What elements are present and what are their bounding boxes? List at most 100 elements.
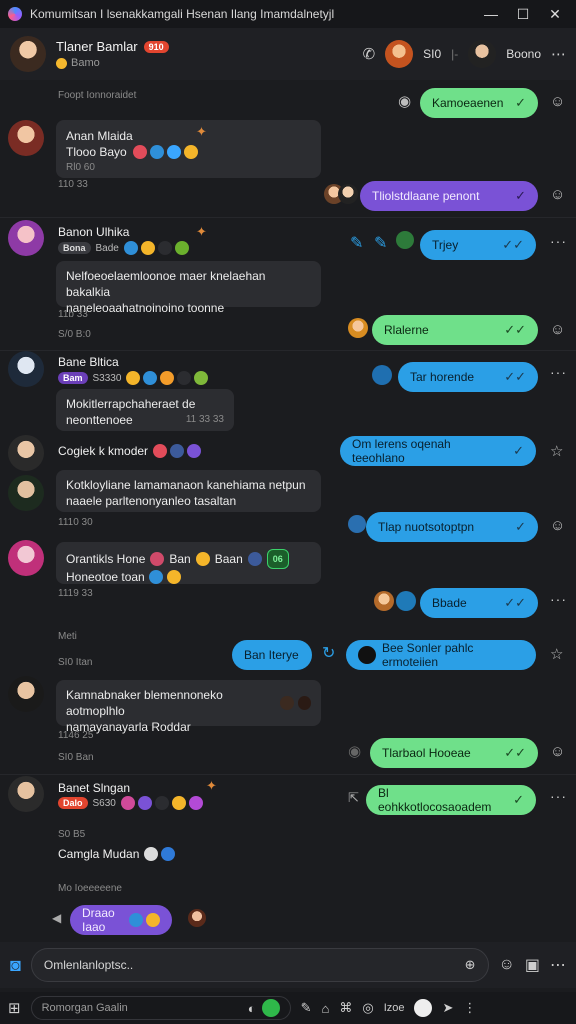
message-text: naaele parltenonyanleo tasaltan <box>66 494 237 508</box>
outgoing-message[interactable]: Bl eohkkotlocosaoadem ✓ <box>366 785 536 815</box>
outgoing-message[interactable]: Tliolstdlaane penont ✓ <box>360 181 538 211</box>
sender-avatar[interactable] <box>8 120 44 156</box>
read-avatar <box>396 591 416 611</box>
sender-header: Cogiek k kmoder <box>58 444 202 458</box>
sender-header: Camgla Mudan <box>58 847 176 861</box>
sender-avatar <box>358 646 376 664</box>
outgoing-message[interactable]: Ban Iterye <box>232 640 312 670</box>
sender-avatar[interactable] <box>8 475 44 511</box>
attach-icon[interactable]: ⊕ <box>465 957 476 973</box>
sender-name: Orantikls Hone <box>66 552 146 566</box>
sender-name: Camgla Mudan <box>58 847 140 861</box>
outgoing-message[interactable]: Kamoeaenen ✓ <box>420 88 538 118</box>
read-avatar <box>348 318 368 338</box>
pen-icon[interactable]: ✎ <box>301 1000 312 1016</box>
add-reaction-icon[interactable]: ☺ <box>550 186 565 203</box>
fire-emoji-icon: ✦ <box>196 224 207 239</box>
add-reaction-icon[interactable]: ☺ <box>550 321 565 338</box>
sender-avatar[interactable] <box>8 435 44 471</box>
home-icon[interactable]: ⌂ <box>321 1001 329 1016</box>
more-options-icon[interactable]: ··· <box>550 233 567 249</box>
message-text: namayanayarla Roddar <box>66 720 191 734</box>
emoji-icon[interactable]: ☺ <box>499 956 515 974</box>
outgoing-message[interactable]: Tar horende ✓✓ <box>398 362 538 392</box>
message-list[interactable]: Foopt Ionnoraidet ◉ Kamoeaenen ✓ ☺ Anan M… <box>0 80 576 942</box>
pin-icon[interactable]: ☆ <box>550 645 563 663</box>
camera-icon[interactable]: ◙ <box>10 955 21 976</box>
message-text: Tlarbaol Hooeae <box>382 746 471 760</box>
message-text: naneleoaahatnoinoino toonne <box>66 301 225 315</box>
search-input[interactable]: Romorgan Gaalin ◐ <box>30 996 291 1020</box>
add-reaction-icon[interactable]: ☺ <box>550 93 565 110</box>
more-options-icon[interactable]: ⋯ <box>550 955 566 975</box>
sender-avatar[interactable] <box>8 776 44 812</box>
message-text: Bl eohkkotlocosaoadem <box>378 786 492 814</box>
outgoing-message[interactable]: Tlarbaol Hooeae ✓✓ <box>370 738 538 768</box>
outgoing-message[interactable]: Bbade ✓✓ <box>420 588 538 618</box>
fire-emoji-icon: ✦ <box>206 778 217 793</box>
sender-avatar[interactable] <box>8 540 44 576</box>
profile-avatar[interactable] <box>468 40 497 68</box>
chat-icon[interactable]: ◎ <box>362 1000 373 1016</box>
pin-icon[interactable]: ☆ <box>550 442 563 460</box>
chat-header: Tlaner Bamlar 910 Bamo ✆ SI0 |- Boono ⋯ <box>0 28 576 80</box>
outgoing-message[interactable]: Rlalerne ✓✓ <box>372 315 538 345</box>
more-options-icon[interactable]: ⋯ <box>551 45 566 63</box>
add-reaction-icon[interactable]: ☺ <box>550 517 565 534</box>
more-options-icon[interactable]: ⋮ <box>463 1000 476 1016</box>
phone-icon[interactable]: ✆ <box>363 45 376 63</box>
reaction-icon[interactable]: ◉ <box>348 742 361 760</box>
contact-avatar[interactable] <box>10 36 46 72</box>
outgoing-message[interactable]: Bee Sonler pahlc ermoteiien <box>346 640 536 670</box>
sticker-icon[interactable]: ▣ <box>525 955 540 975</box>
sender-avatar[interactable] <box>8 351 44 387</box>
more-options-icon[interactable]: ··· <box>550 364 567 380</box>
edit-icon[interactable]: ✎ <box>374 233 387 253</box>
message-text: Tliolstdlaane penont <box>372 189 480 203</box>
user-avatar[interactable] <box>414 999 433 1017</box>
read-avatar <box>396 231 414 249</box>
contact-info[interactable]: Tlaner Bamlar 910 Bamo <box>56 39 363 69</box>
incoming-message[interactable]: Kotkloyliane lamamanaon kanehiama netpun… <box>56 470 321 512</box>
minimize-button[interactable]: — <box>484 6 498 23</box>
sender-name: Cogiek k kmoder <box>58 444 149 458</box>
message-text: Bee Sonler pahlc ermoteiien <box>382 641 474 669</box>
incoming-message[interactable]: Kamnabnaker blemennoneko aotmoplhlo nama… <box>56 680 321 734</box>
more-options-icon[interactable]: ··· <box>550 591 567 607</box>
sender-name: Anan Mlaida <box>66 129 133 143</box>
read-avatar <box>372 365 392 385</box>
forward-icon[interactable]: ↻ <box>322 643 335 663</box>
sender-avatar[interactable] <box>8 220 44 256</box>
send-icon[interactable]: ➤ <box>442 1000 453 1016</box>
outgoing-message[interactable]: Trjey ✓✓ <box>420 230 536 260</box>
member-avatar[interactable] <box>385 40 414 68</box>
folder-icon[interactable]: ⌘ <box>339 1000 352 1016</box>
link-icon[interactable]: ⇱ <box>348 790 359 806</box>
reaction-icon[interactable]: ◉ <box>398 92 411 110</box>
start-menu-icon[interactable]: ⊞ <box>8 999 21 1017</box>
incoming-message[interactable]: Anan Mlaida Tlooo Bayo Rl0 60 <box>56 120 321 178</box>
outgoing-message[interactable]: Om lerens oqenah teeohlano ✓ <box>340 436 536 466</box>
message-timestamp: S/0 B:0 <box>58 329 91 340</box>
mic-icon[interactable]: ◐ <box>248 1001 256 1016</box>
outgoing-message[interactable]: Tlap nuotsotoptpn ✓ <box>366 512 538 542</box>
sender-tag-number: Bade <box>95 242 119 254</box>
maximize-button[interactable]: ☐ <box>516 6 530 23</box>
sender-header: Bane Bltica <box>58 355 119 369</box>
incoming-message[interactable]: Orantikls Hone Ban Baan 06 Honeotoe toan <box>56 542 321 584</box>
bottom-bar: ⊞ Romorgan Gaalin ◐ ✎ ⌂ ⌘ ◎ Izoe ➤ ⋮ <box>0 992 576 1024</box>
outgoing-message[interactable]: Draao Iaao <box>70 905 172 935</box>
incoming-message[interactable]: Nelfoeoelaemloonoe maer knelaehan bakalk… <box>56 261 321 315</box>
add-reaction-icon[interactable]: ☺ <box>550 743 565 760</box>
incoming-message[interactable]: Mokitlerrapchaheraet de neonttenoee 11 3… <box>56 389 234 431</box>
sender-avatar[interactable] <box>8 676 44 712</box>
more-options-icon[interactable]: ··· <box>550 788 567 804</box>
reply-icon[interactable]: ◀ <box>52 911 61 925</box>
edit-icon[interactable]: ✎ <box>350 233 363 253</box>
app-icon[interactable] <box>261 999 280 1017</box>
system-note: Foopt Ionnoraidet <box>58 90 137 101</box>
message-input[interactable]: Omlenlanloptsc.. ⊕ <box>30 948 489 982</box>
read-check-icon: ✓✓ <box>504 322 526 337</box>
close-button[interactable]: ✕ <box>548 6 562 23</box>
message-timestamp: SI0 Ban <box>58 752 94 763</box>
